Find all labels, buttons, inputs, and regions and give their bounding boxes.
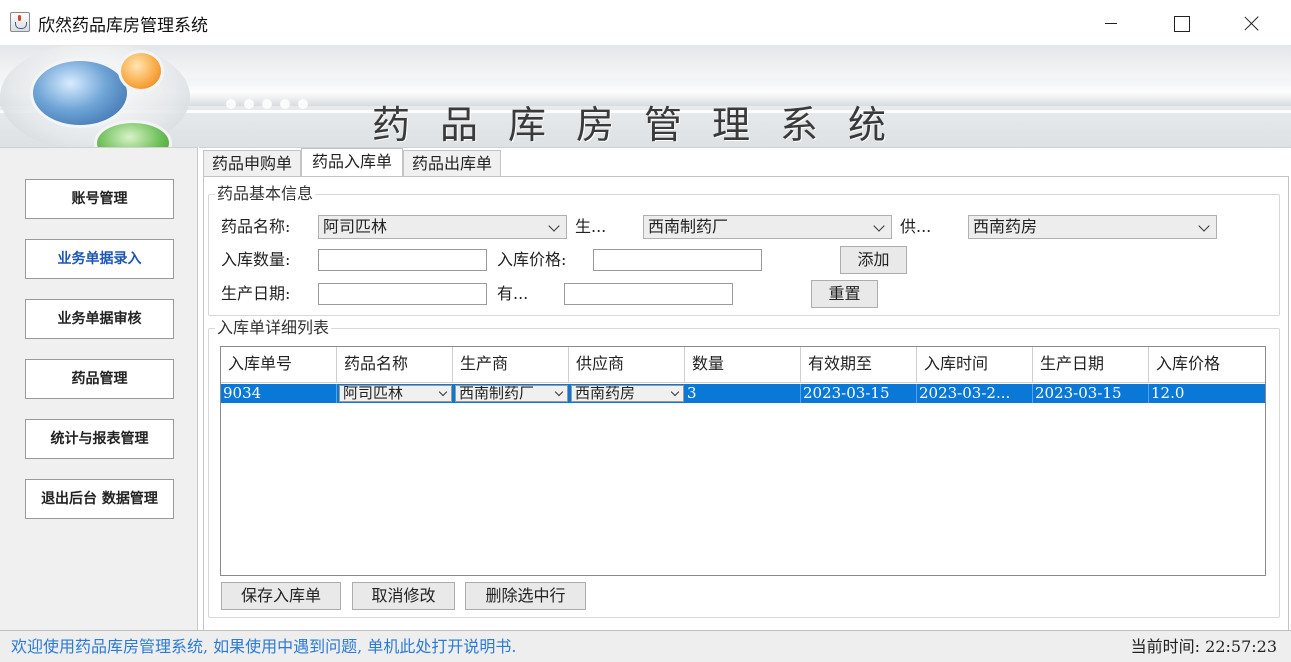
status-bar: 欢迎使用药品库房管理系统, 如果使用中遇到问题, 单机此处打开说明书. 当前时间… [0,630,1291,662]
column-header-supplier[interactable]: 供应商 [569,347,685,383]
cell-drug-name-select[interactable]: 阿司匹林 [339,385,452,402]
chevron-down-icon [554,387,564,397]
quantity-label: 入库数量: [221,250,291,269]
reset-button[interactable]: 重置 [811,280,878,308]
cell-order-no[interactable]: 9034 [221,384,337,403]
maximize-icon[interactable] [1146,0,1216,46]
java-app-icon [10,12,30,32]
drug-name-select[interactable]: 阿司匹林 [318,215,567,239]
production-date-label: 生产日期: [221,284,291,303]
cell-manufacturer-select[interactable]: 西南制药厂 [455,385,568,402]
current-time: 当前时间: 22:57:23 [1131,637,1277,657]
price-label: 入库价格: [497,250,567,269]
quantity-input[interactable] [318,249,487,271]
window-title: 欣然药品库房管理系统 [38,16,208,36]
column-header-production-date[interactable]: 生产日期 [1033,347,1149,383]
supplier-select[interactable]: 西南药房 [968,215,1217,239]
chevron-down-icon [1198,220,1210,232]
column-header-order-no[interactable]: 入库单号 [221,347,337,383]
cell-inbound-time[interactable]: 2023-03-2... [917,384,1033,403]
manufacturer-value: 西南制药厂 [648,217,729,236]
table-header: 入库单号 药品名称 生产商 供应商 数量 有效期至 入库时间 生产日期 入库价格 [221,347,1265,383]
cell-production-date[interactable]: 2023-03-15 [1033,384,1149,403]
column-header-quantity[interactable]: 数量 [685,347,801,383]
banner-dots [226,94,346,109]
sidebar: 账号管理 业务单据录入 业务单据审核 药品管理 统计与报表管理 退出后台 数据管… [0,147,198,630]
chevron-down-icon [438,387,448,397]
save-inbound-order-button[interactable]: 保存入库单 [221,582,341,610]
cell-drug-name: 阿司匹林 [343,385,404,402]
sidebar-item-logout[interactable]: 退出后台 数据管理 [25,479,174,519]
basic-info-group: 药品基本信息 药品名称: 阿司匹林 生... 西南制药厂 供... 西南药房 入… [208,185,1280,316]
manufacturer-select[interactable]: 西南制药厂 [643,215,892,239]
cell-price[interactable]: 12.0 [1149,384,1265,403]
header-banner: 药品库房管理系统 [0,46,1291,147]
current-time-label: 当前时间: [1130,637,1201,656]
help-manual-link[interactable]: 欢迎使用药品库房管理系统, 如果使用中遇到问题, 单机此处打开说明书. [11,637,516,657]
column-header-inbound-time[interactable]: 入库时间 [917,347,1033,383]
table-row[interactable]: 9034 阿司匹林 西南制药厂 西南药房 3 2023-03-15 2023-0… [221,384,1265,403]
supplier-label: 供... [900,217,932,236]
column-header-drug-name[interactable]: 药品名称 [337,347,453,383]
drug-name-label: 药品名称: [221,217,291,236]
cell-expiry[interactable]: 2023-03-15 [801,384,917,403]
column-header-manufacturer[interactable]: 生产商 [453,347,569,383]
price-input[interactable] [593,249,762,271]
banner-title: 药品库房管理系统 [372,103,917,147]
basic-info-title: 药品基本信息 [215,184,316,203]
production-date-input[interactable] [318,283,487,305]
add-button[interactable]: 添加 [840,246,907,274]
logo-orb-orange [118,50,164,92]
chevron-down-icon [873,220,885,232]
sidebar-item-drug-management[interactable]: 药品管理 [25,359,174,399]
sidebar-item-document-entry[interactable]: 业务单据录入 [25,239,174,279]
detail-list-title: 入库单详细列表 [215,318,332,337]
supplier-value: 西南药房 [973,217,1038,236]
inbound-detail-table[interactable]: 入库单号 药品名称 生产商 供应商 数量 有效期至 入库时间 生产日期 入库价格… [220,346,1266,576]
drug-name-value: 阿司匹林 [323,217,388,236]
current-time-value: 22:57:23 [1205,637,1277,656]
title-bar: 欣然药品库房管理系统 [0,0,1291,46]
logo-orb-blue [30,58,130,128]
chevron-down-icon [548,220,560,232]
cell-manufacturer: 西南制药厂 [459,385,535,402]
logo [0,46,210,147]
inbound-order-panel: 药品基本信息 药品名称: 阿司匹林 生... 西南制药厂 供... 西南药房 入… [203,176,1289,631]
sidebar-item-account-management[interactable]: 账号管理 [25,179,174,219]
cell-supplier: 西南药房 [575,385,636,402]
cancel-changes-button[interactable]: 取消修改 [352,582,455,610]
column-header-expiry[interactable]: 有效期至 [801,347,917,383]
sidebar-item-statistics-reports[interactable]: 统计与报表管理 [25,419,174,459]
tab-purchase-order[interactable]: 药品申购单 [203,150,301,176]
column-header-price[interactable]: 入库价格 [1149,347,1265,383]
sidebar-item-document-review[interactable]: 业务单据审核 [25,299,174,339]
chevron-down-icon [670,387,680,397]
cell-supplier-select[interactable]: 西南药房 [571,385,684,402]
close-icon[interactable] [1216,0,1286,46]
expiry-label: 有... [497,284,529,303]
tab-inbound-order[interactable]: 药品入库单 [301,148,403,177]
minimize-icon[interactable] [1076,0,1146,46]
tab-outbound-order[interactable]: 药品出库单 [403,150,501,176]
manufacturer-label: 生... [575,217,607,236]
expiry-input[interactable] [564,283,733,305]
main-panel: 药品申购单 药品入库单 药品出库单 药品基本信息 药品名称: 阿司匹林 生...… [199,147,1291,631]
cell-quantity[interactable]: 3 [685,384,801,403]
delete-selected-row-button[interactable]: 删除选中行 [465,582,586,610]
